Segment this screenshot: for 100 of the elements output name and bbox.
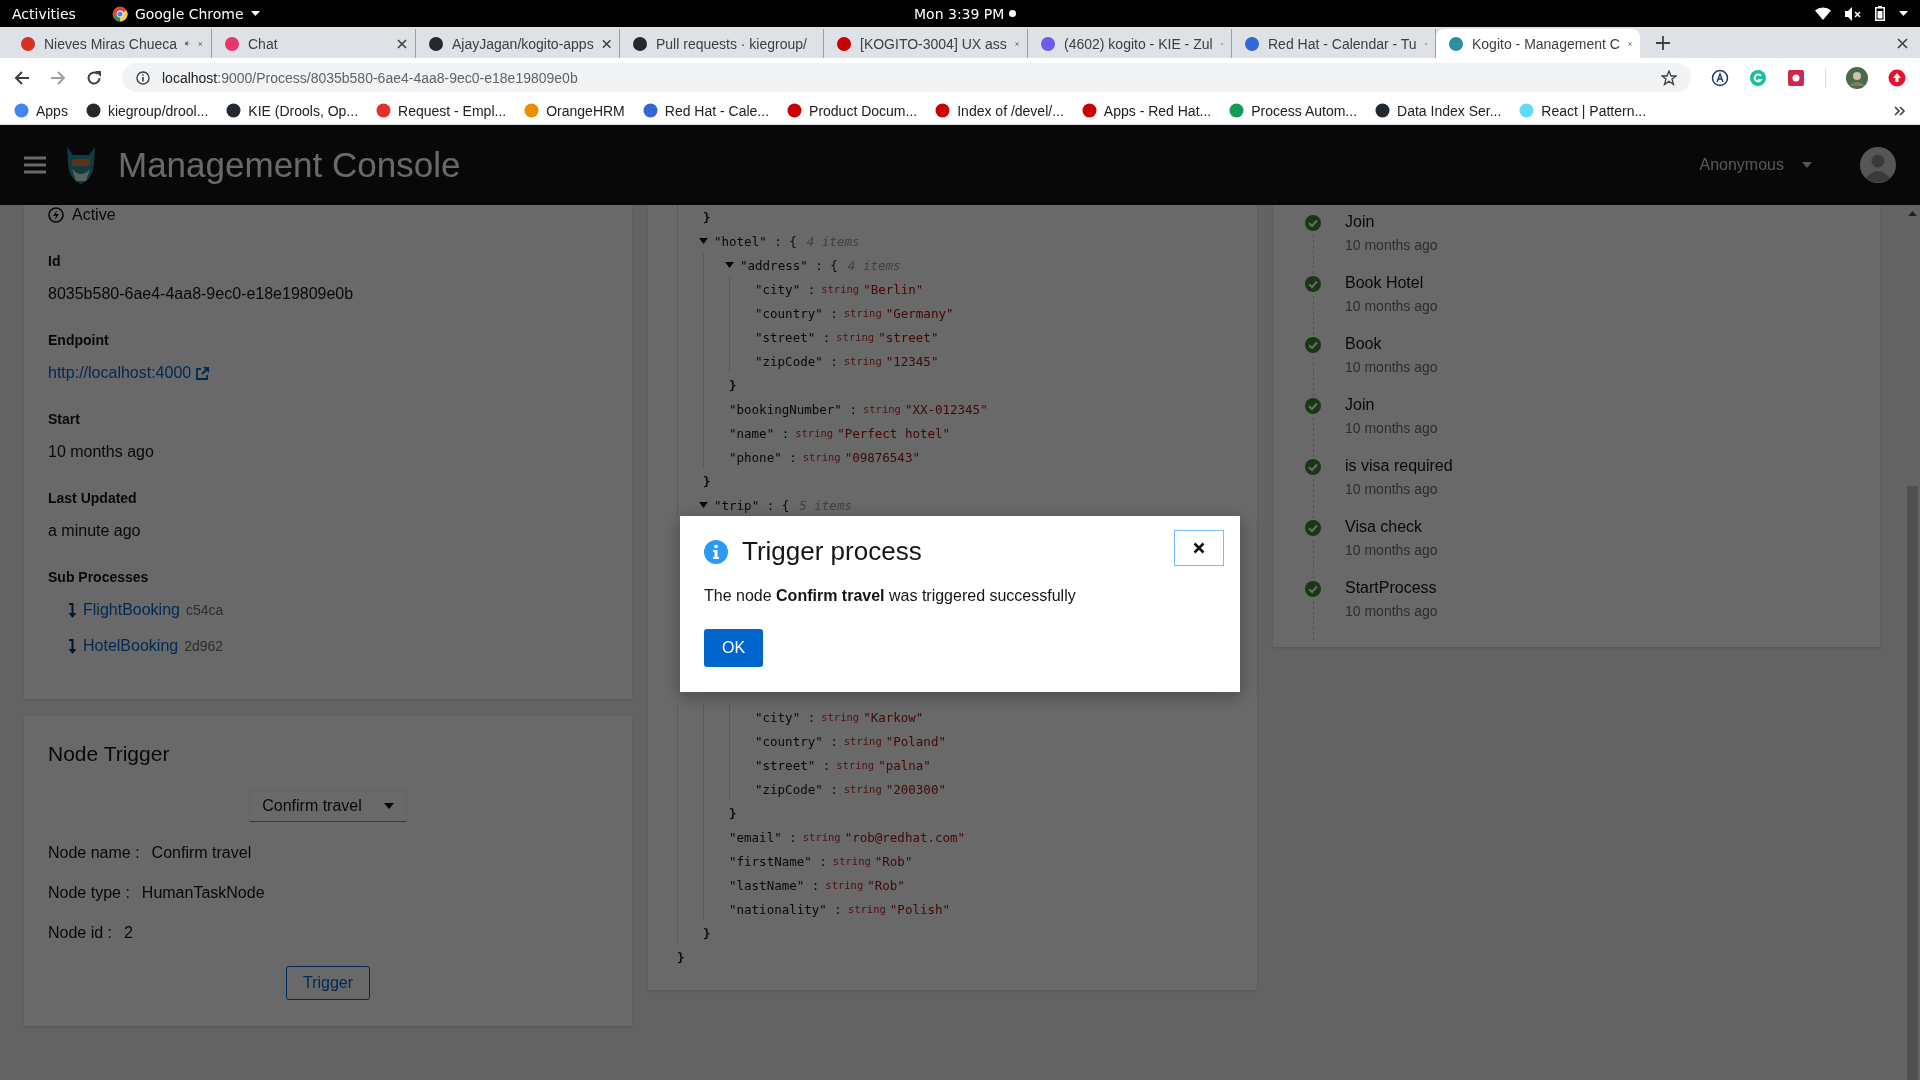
level-down-icon: [68, 638, 77, 654]
node-time: 10 months ago: [1345, 603, 1438, 619]
node-dropdown[interactable]: Confirm travel: [249, 790, 407, 822]
clock[interactable]: Mon 3:39 PM: [914, 5, 1005, 22]
node-name: Book: [1345, 335, 1383, 353]
node-name: Join: [1345, 396, 1376, 414]
field-label: Sub Processes: [48, 569, 150, 585]
close-icon: [1193, 541, 1205, 554]
avatar-icon[interactable]: [1860, 147, 1896, 183]
value-type: string: [795, 427, 834, 439]
json-key: "trip" : {: [714, 497, 790, 513]
json-brace: }: [729, 805, 737, 821]
browser-tab[interactable]: Kogito - Management C: [1436, 29, 1640, 58]
node-name: Visa check: [1345, 518, 1424, 536]
subprocess-id: c54ca: [185, 602, 224, 618]
value-type: string: [843, 355, 882, 367]
close-icon[interactable]: [601, 38, 611, 49]
caret-icon[interactable]: [1899, 11, 1908, 16]
external-link-icon[interactable]: [195, 365, 211, 381]
activities-button[interactable]: Activities: [12, 5, 76, 22]
value-type: string: [843, 735, 882, 747]
json-value: "09876543": [844, 449, 920, 465]
json-key: "street" :: [755, 329, 831, 345]
ok-button[interactable]: OK: [704, 629, 764, 667]
field-label: Start: [48, 411, 81, 427]
json-brace: }: [703, 925, 711, 941]
node-value: 2: [124, 924, 133, 942]
scroll-up-icon[interactable]: [1908, 211, 1917, 216]
close-button[interactable]: [1174, 529, 1224, 566]
node-label: Node type :: [48, 884, 130, 902]
json-key: "city" :: [755, 709, 816, 725]
json-brace: }: [677, 949, 685, 965]
star-icon[interactable]: [1661, 69, 1677, 86]
card-title: Node Trigger: [48, 742, 171, 766]
json-brace: }: [729, 377, 737, 393]
node-time: 10 months ago: [1345, 359, 1438, 375]
json-key: "nationality" :: [729, 901, 842, 917]
modal-title: Trigger process: [742, 536, 923, 567]
reload-icon[interactable]: [86, 69, 102, 86]
field-value: a minute ago: [48, 522, 142, 540]
bookmark[interactable]: Data Index Ser...: [1375, 102, 1502, 119]
value-type: string: [862, 403, 901, 415]
value-type: string: [847, 903, 886, 915]
back-icon[interactable]: [14, 69, 30, 86]
bookmark[interactable]: Apps - Red Hat...: [1081, 102, 1212, 119]
bookmark[interactable]: kiegroup/drool...: [85, 102, 209, 119]
extension-icon[interactable]: [1787, 68, 1805, 87]
node-label: Node id :: [48, 924, 113, 942]
json-key: "street" :: [755, 757, 831, 773]
subprocess-id: 2d962: [184, 638, 224, 654]
field-value: 10 months ago: [48, 443, 155, 461]
bolt-circle-icon: [48, 207, 64, 223]
chrome-icon: [111, 5, 128, 22]
bookmark[interactable]: OrangeHRM: [524, 102, 625, 119]
json-key: "zipCode" :: [755, 353, 838, 369]
node-label: Node name :: [48, 844, 140, 862]
json-value: "Karkow": [863, 709, 924, 725]
value-type: string: [821, 711, 860, 723]
json-value: "Rob": [867, 877, 905, 893]
address-bar[interactable]: localhost:9000/Process/8035b580-6ae4-4aa8-9ec0-e18e19809e0b: [122, 63, 1691, 92]
json-value: "street": [878, 329, 939, 345]
json-key: "lastName" :: [729, 877, 820, 893]
field-value: 8035b580-6ae4-4aa8-9ec0-e18e19809e0b: [48, 285, 355, 303]
info-icon[interactable]: [136, 70, 150, 85]
json-key: "email" :: [729, 829, 797, 845]
app-menu[interactable]: Google Chrome: [134, 5, 244, 22]
speaker-icon[interactable]: [1845, 6, 1861, 21]
node-name: Book Hotel: [1345, 274, 1425, 292]
avatar-icon[interactable]: [1846, 66, 1868, 89]
dot-icon: [1009, 10, 1017, 17]
value-type: string: [825, 879, 864, 891]
field-label: Last Updated: [48, 490, 138, 506]
battery-icon[interactable]: [1875, 6, 1885, 21]
node-time: 10 months ago: [1345, 481, 1439, 497]
forward-icon[interactable]: [50, 69, 66, 86]
wifi-icon[interactable]: [1815, 7, 1831, 20]
close-icon[interactable]: [1897, 38, 1908, 49]
close-icon[interactable]: [397, 38, 407, 49]
menu-icon[interactable]: [24, 156, 46, 174]
value-type: string: [843, 783, 882, 795]
level-down-icon: [68, 602, 77, 618]
bookmark[interactable]: React | Pattern...: [1519, 102, 1647, 119]
json-key: "hotel" : {: [714, 233, 797, 249]
node-name: is visa required: [1345, 457, 1453, 475]
chevron-icon[interactable]: [1894, 105, 1906, 116]
update-icon[interactable]: [1888, 68, 1906, 87]
bookmark[interactable]: Red Hat - Cale...: [642, 102, 770, 119]
bookmark[interactable]: KIE (Drools, Op...: [226, 102, 359, 119]
bookmark[interactable]: Process Autom...: [1229, 102, 1358, 119]
node-time: 10 months ago: [1345, 298, 1438, 314]
bookmark[interactable]: Apps: [14, 102, 68, 119]
bookmark[interactable]: Index of /devel/...: [935, 102, 1064, 119]
plus-icon[interactable]: [1656, 36, 1670, 50]
node-name: StartProcess: [1345, 579, 1438, 597]
bookmark[interactable]: Product Docum...: [787, 102, 918, 119]
bookmark[interactable]: Request - Empl...: [376, 102, 507, 119]
json-value: "XX-012345": [904, 401, 988, 417]
json-value: "Perfect hotel": [837, 425, 951, 441]
value-type: string: [832, 855, 871, 867]
extension-icon[interactable]: [1711, 68, 1729, 87]
